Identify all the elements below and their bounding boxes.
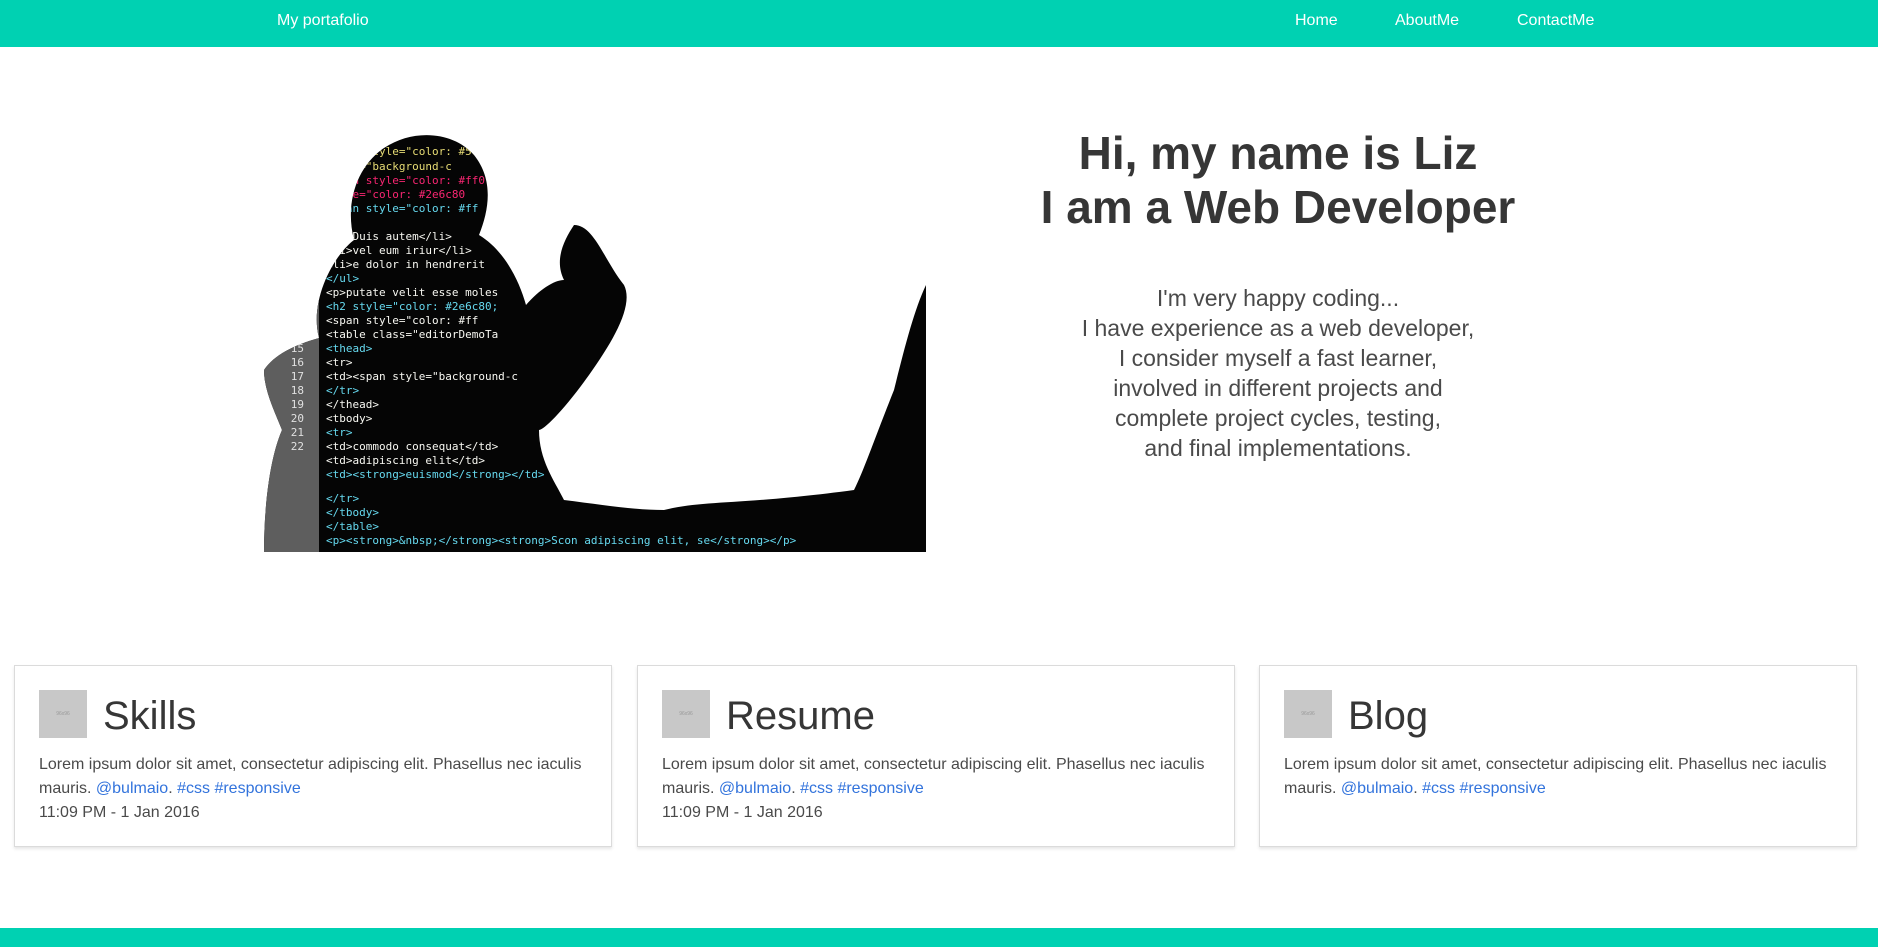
card-blog: 96x96 Blog Lorem ipsum dolor sit amet, c… (1259, 665, 1857, 847)
svg-text:<li>vel eum iriur</li>: <li>vel eum iriur</li> (326, 244, 472, 257)
card-timestamp: 11:09 PM - 1 Jan 2016 (39, 804, 200, 821)
hero-title-line-1: Hi, my name is Liz (1078, 127, 1478, 179)
code-line: <thead> (326, 342, 373, 355)
hero-text-line: complete project cycles, testing, (1115, 405, 1441, 431)
svg-text:<span style="color: #ff: <span style="color: #ff (326, 202, 478, 215)
code-line-number: 15 (291, 342, 304, 355)
code-line-number: 22 (291, 440, 304, 453)
hero-developer-image: <span style="color: #5e9ca0" style="back… (264, 135, 926, 552)
code-line: <h2 style="color: #2e6c80; (326, 300, 498, 313)
brand-link[interactable]: My portafolio (277, 12, 369, 30)
code-line: <span style="color: #ff (326, 314, 478, 327)
code-line-number: 19 (291, 398, 304, 411)
svg-text:<li>Duis autem</li>: <li>Duis autem</li> (326, 230, 452, 243)
code-line-number: 18 (291, 384, 304, 397)
svg-text:style="color: #2e6c80: style="color: #2e6c80 (326, 188, 465, 201)
navbar: My portafolio Home AboutMe ContactMe (0, 0, 1878, 47)
code-line-number: 13 (291, 314, 304, 327)
code-line: </thead> (326, 398, 379, 411)
card-skills: 96x96 Skills Lorem ipsum dolor sit amet,… (14, 665, 612, 847)
card-thumbnail-image: 96x96 (1284, 690, 1332, 738)
svg-text:</table>: </table> (326, 520, 379, 533)
tag-link-responsive[interactable]: #responsive (214, 780, 300, 797)
nav-link-home[interactable]: Home (1295, 12, 1338, 30)
mention-link[interactable]: @bulmaio (96, 780, 168, 797)
card-title: Blog (1348, 694, 1429, 738)
hero-text-line: I'm very happy coding... (1156, 285, 1400, 311)
tag-link-responsive[interactable]: #responsive (1459, 780, 1545, 797)
tag-link-css[interactable]: #css (1422, 780, 1455, 797)
nav-link-contactme[interactable]: ContactMe (1517, 12, 1594, 30)
code-line-number: 21 (291, 426, 304, 439)
card-thumbnail-image: 96x96 (662, 690, 710, 738)
tag-link-responsive[interactable]: #responsive (837, 780, 923, 797)
code-line-number: 17 (291, 370, 304, 383)
svg-text:<span style="color: #5e9ca0": <span style="color: #5e9ca0" (326, 145, 511, 158)
card-content: Lorem ipsum dolor sit amet, consectetur … (662, 756, 1205, 821)
hero-text-line: I consider myself a fast learner, (1118, 345, 1438, 371)
card-title: Resume (726, 694, 875, 738)
code-line: <tbody> (326, 412, 373, 425)
card-content: Lorem ipsum dolor sit amet, consectetur … (1284, 756, 1827, 797)
card-title: Skills (103, 694, 197, 738)
hero-title-line-2: I am a Web Developer (1040, 181, 1516, 233)
svg-text:<p>putate velit esse moles: <p>putate velit esse moles (326, 286, 498, 299)
hero-text-line: and final implementations. (1144, 435, 1412, 461)
code-line-number: 14 (291, 328, 305, 341)
svg-text:</tr>: </tr> (326, 492, 359, 505)
card-content: Lorem ipsum dolor sit amet, consectetur … (39, 756, 582, 821)
svg-text:<li>e dolor in hendrerit: <li>e dolor in hendrerit (326, 258, 485, 271)
mention-link[interactable]: @bulmaio (719, 780, 791, 797)
card-resume: 96x96 Resume Lorem ipsum dolor sit amet,… (637, 665, 1235, 847)
card-thumbnail-image: 96x96 (39, 690, 87, 738)
svg-text:</ul>: </ul> (326, 272, 359, 285)
code-line: <td><span style="background-c (326, 370, 518, 383)
hero-text-line: I have experience as a web developer, (1081, 315, 1475, 341)
svg-text:<p><strong>&nbsp;</strong><str: <p><strong>&nbsp;</strong><strong>Scon a… (326, 534, 797, 547)
code-line-number: 12 (291, 300, 304, 313)
svg-text:style="background-c: style="background-c (326, 160, 452, 173)
code-line: <td><strong>euismod</strong></td> (326, 468, 545, 481)
svg-text:</tbody>: </tbody> (326, 506, 379, 519)
code-line: <td>adipiscing elit</td> (326, 454, 485, 467)
code-line: <tr> (326, 356, 353, 369)
hero-description: I'm very happy coding... I have experien… (1000, 283, 1556, 463)
hero-text-line: involved in different projects and (1113, 375, 1443, 401)
code-line: </tr> (326, 384, 359, 397)
footer-bar (0, 928, 1878, 947)
nav-link-aboutme[interactable]: AboutMe (1395, 12, 1459, 30)
tag-link-css[interactable]: #css (177, 780, 210, 797)
code-line-number: 16 (291, 356, 304, 369)
code-line: <table class="editorDemoTa (326, 328, 498, 341)
code-line: <td>commodo consequat</td> (326, 440, 499, 453)
hero-title: Hi, my name is Liz I am a Web Developer (1000, 126, 1556, 234)
code-line: <tr> (326, 426, 353, 439)
card-timestamp: 11:09 PM - 1 Jan 2016 (662, 804, 823, 821)
mention-link[interactable]: @bulmaio (1341, 780, 1413, 797)
tag-link-css[interactable]: #css (800, 780, 833, 797)
code-line-number: 20 (291, 412, 304, 425)
svg-text:<span style="color: #ff0: <span style="color: #ff0 (326, 174, 485, 187)
